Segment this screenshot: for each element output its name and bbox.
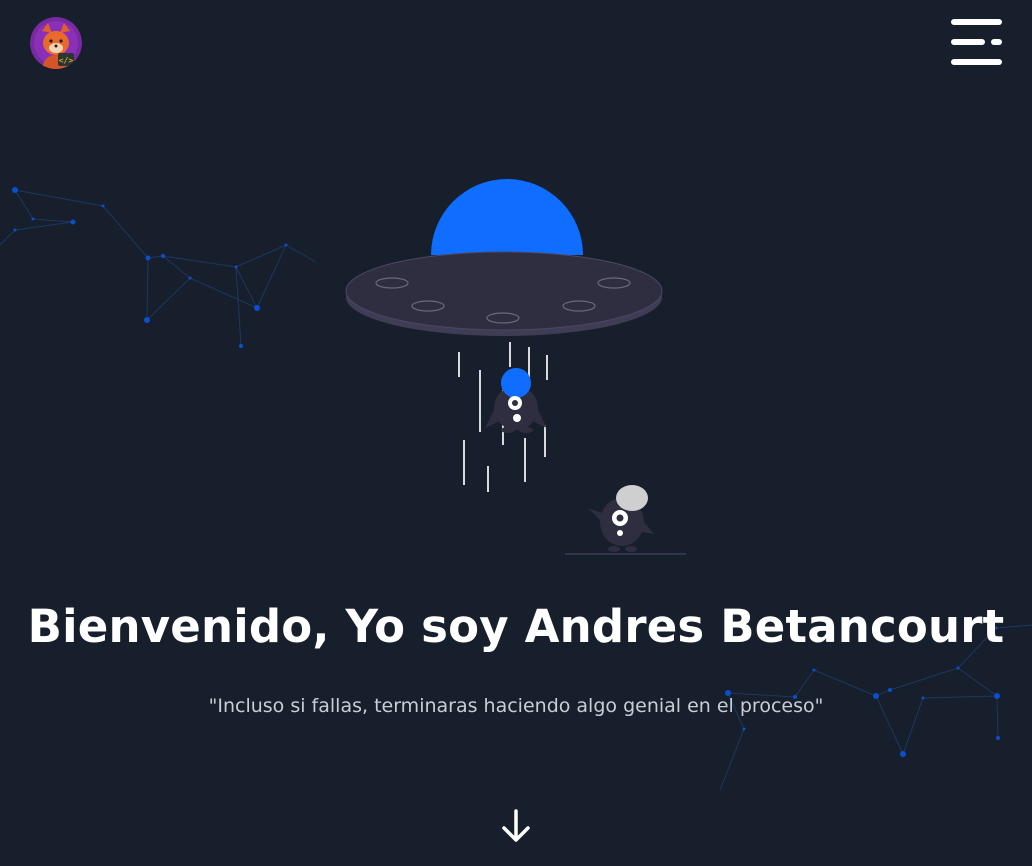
avatar[interactable]: </> [30, 17, 82, 69]
scroll-down-button[interactable] [499, 808, 533, 844]
menu-button[interactable] [948, 16, 1006, 70]
fox-developer-avatar-icon: </> [30, 17, 82, 69]
page-title: Bienvenido, Yo soy Andres Betancourt [27, 600, 1005, 653]
hero-quote: "Incluso si fallas, terminaras haciendo … [208, 695, 824, 717]
svg-text:</>: </> [59, 56, 74, 65]
hamburger-menu-icon [951, 19, 1002, 65]
ufo-abduction-illustration [345, 179, 686, 555]
arrow-down-icon [502, 809, 530, 842]
